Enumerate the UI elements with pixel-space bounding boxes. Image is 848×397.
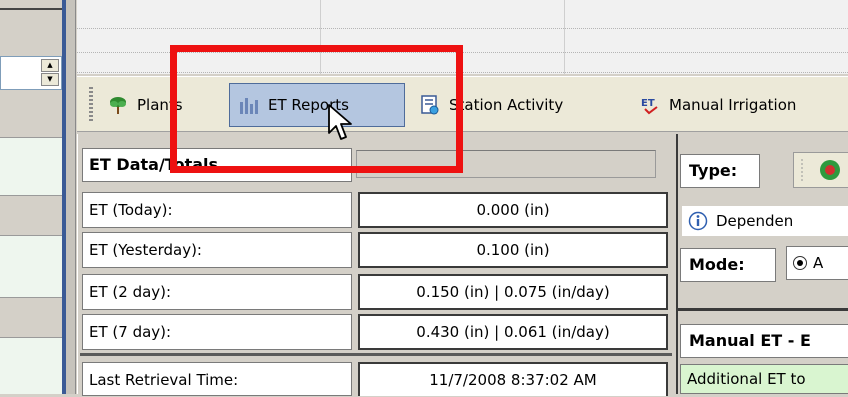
station-activity-label: Station Activity [449, 96, 564, 114]
et-separator [80, 353, 672, 356]
et-7day-value: 0.430 (in) | 0.061 (in/day) [358, 314, 668, 350]
left-pane-row [0, 338, 62, 394]
et-yesterday-label: ET (Yesterday): [82, 232, 352, 268]
left-pane-row [0, 138, 62, 196]
highlight-box [170, 45, 463, 173]
et-2day-label: ET (2 day): [82, 274, 352, 310]
info-icon [688, 211, 708, 231]
et-yesterday-value: 0.100 (in) [358, 232, 668, 268]
et-today-label: ET (Today): [82, 192, 352, 228]
et-2day-value: 0.150 (in) | 0.075 (in/day) [358, 274, 668, 310]
left-pane-header [0, 0, 62, 10]
plant-icon [110, 97, 126, 114]
manual-irrigation-label: Manual Irrigation [669, 96, 797, 114]
left-pane-row [0, 92, 62, 138]
mode-label: Mode: [680, 248, 776, 282]
type-selector[interactable] [793, 152, 848, 188]
type-selector-icons [801, 159, 840, 181]
right-panel-separator [678, 308, 848, 311]
mode-selector[interactable]: A [786, 246, 848, 280]
manual-et-title: Manual ET - E [680, 324, 848, 358]
left-pane-row [0, 236, 62, 298]
mode-option-label: A [813, 254, 824, 272]
left-pane-row [0, 196, 62, 236]
type-label: Type: [680, 154, 760, 188]
grid-line [564, 0, 565, 74]
left-pane-row [0, 298, 62, 338]
additional-et-text: Additional ET to [680, 364, 848, 394]
mode-radio[interactable] [793, 256, 807, 270]
et-manual-icon: ET [641, 98, 658, 115]
mouse-cursor-icon [328, 104, 352, 140]
toolbar-grip[interactable] [89, 87, 93, 121]
left-spin-field[interactable]: ▲ ▼ [0, 56, 62, 90]
last-retrieval-value: 11/7/2008 8:37:02 AM [358, 362, 668, 396]
left-pane: ▲ ▼ [0, 0, 62, 394]
splitter-edge [66, 0, 76, 394]
last-retrieval-label: Last Retrieval Time: [82, 362, 352, 396]
grid-line [77, 28, 848, 30]
dependent-row: Dependen [682, 206, 848, 236]
et-7day-label: ET (7 day): [82, 314, 352, 350]
dependent-text: Dependen [716, 212, 794, 230]
et-today-value: 0.000 (in) [358, 192, 668, 228]
manual-irrigation-button[interactable]: ET Manual Irrigation [631, 83, 804, 127]
svg-text:ET: ET [641, 98, 655, 109]
spin-up-button[interactable]: ▲ [41, 59, 59, 72]
spin-down-button[interactable]: ▼ [41, 73, 59, 86]
